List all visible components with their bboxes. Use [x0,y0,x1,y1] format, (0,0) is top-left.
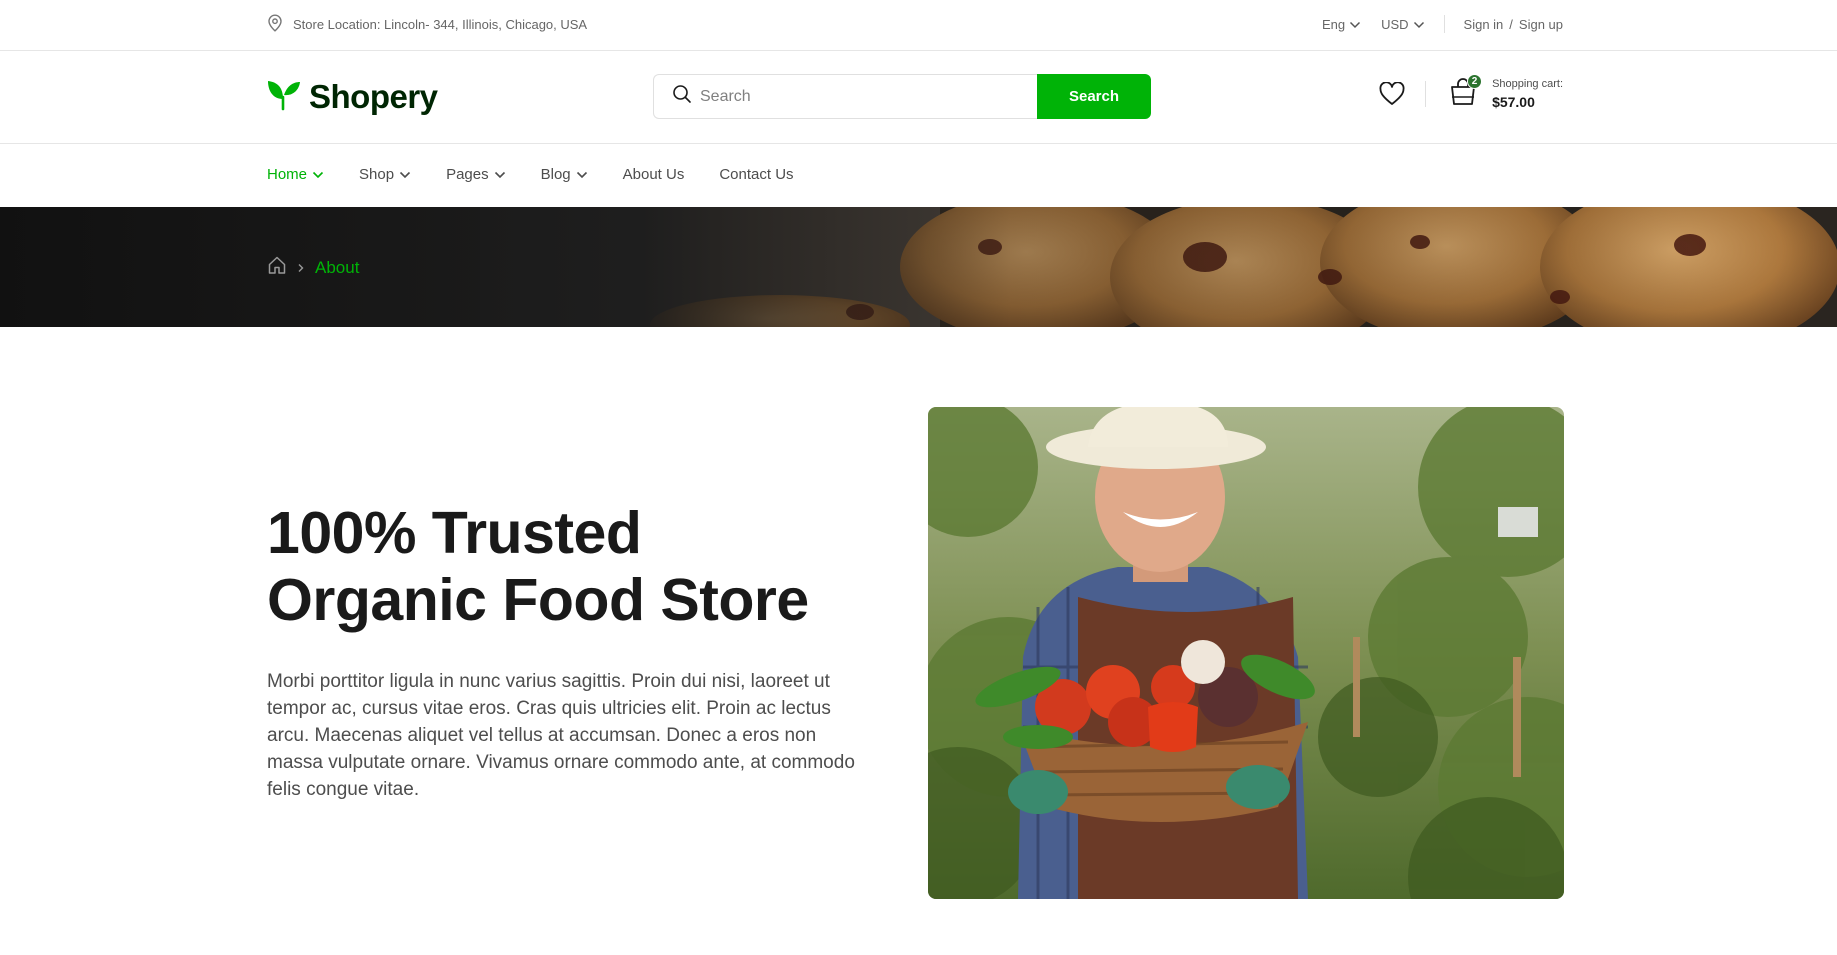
breadcrumb-banner: About [0,207,1837,327]
heart-icon[interactable] [1379,81,1405,106]
cart-area: 2 Shopping cart: $57.00 [1379,74,1563,111]
nav-item-home[interactable]: Home [267,166,324,183]
main-header: Shopery Search Search 2 Shopping cart: $… [0,52,1837,144]
currency-select[interactable]: USD [1381,17,1424,32]
language-select[interactable]: Eng [1322,17,1361,32]
nav-item-label: Shop [359,166,395,183]
cart-amount: $57.00 [1492,93,1535,110]
chevron-down-icon [576,166,588,183]
nav-item-contact-us[interactable]: Contact Us [719,166,793,183]
chevron-right-icon [297,258,305,278]
store-location: Store Location: Lincoln- 344, Illinois, … [267,14,587,35]
chevron-down-icon [494,166,506,183]
leaf-logo-icon [267,79,301,116]
breadcrumb: About [267,255,359,280]
hero-paragraph: Morbi porttitor ligula in nunc varius sa… [267,671,855,800]
cart-button[interactable]: 2 [1448,74,1483,111]
sign-in-link[interactable]: Sign in [1464,17,1504,32]
nav-item-label: Blog [540,166,571,183]
cart-count-badge: 2 [1467,74,1483,89]
hero-title-line-1: 100% Trusted [267,500,642,566]
nav-item-pages[interactable]: Pages [446,166,506,183]
logo-text: Shopery [309,78,438,115]
sign-up-link[interactable]: Sign up [1519,17,1563,32]
cart-summary: Shopping cart: $57.00 [1492,78,1563,110]
store-location-text: Store Location: Lincoln- 344, Illinois, … [293,17,588,32]
search-icon [672,84,692,109]
chevron-down-icon [1349,17,1361,32]
divider [1425,80,1427,107]
nav-item-label: Pages [446,166,489,183]
chevron-down-icon [399,166,411,183]
nav-item-label: Contact Us [719,166,794,183]
nav-item-about-us[interactable]: About Us [623,166,685,183]
nav-item-label: About Us [622,166,685,183]
nav-item-shop[interactable]: Shop [359,166,411,183]
search-field [653,74,1037,119]
logo[interactable]: Shopery [267,78,438,116]
search-button[interactable]: Search [1037,74,1151,119]
auth-separator: / [1509,16,1513,32]
search-input[interactable] [700,87,1037,106]
hero-title: 100% Trusted Organic Food Store [267,500,809,634]
language-value: Eng [1321,16,1346,32]
nav-item-label: Home [267,166,308,183]
hero-title-line-2: Organic Food Store [267,567,809,633]
nav-menu: Home Shop Pages Blog About Us Contact Us [267,166,829,183]
nav-item-blog[interactable]: Blog [541,166,588,183]
farmer-photo [928,407,1564,899]
breadcrumb-current: About [315,257,360,277]
cart-label: Shopping cart: [1492,77,1563,90]
map-pin-icon [267,14,283,35]
top-bar: Store Location: Lincoln- 344, Illinois, … [0,0,1837,51]
main-nav: Home Shop Pages Blog About Us Contact Us [0,145,1837,207]
chevron-down-icon [1413,17,1425,32]
home-icon[interactable] [267,255,287,280]
search-bar: Search [653,74,1151,119]
divider [1443,15,1445,33]
auth-links: Sign in / Sign up [1464,17,1563,32]
chevron-down-icon [312,166,324,183]
page: Store Location: Lincoln- 344, Illinois, … [0,0,1837,955]
currency-value: USD [1381,16,1409,32]
